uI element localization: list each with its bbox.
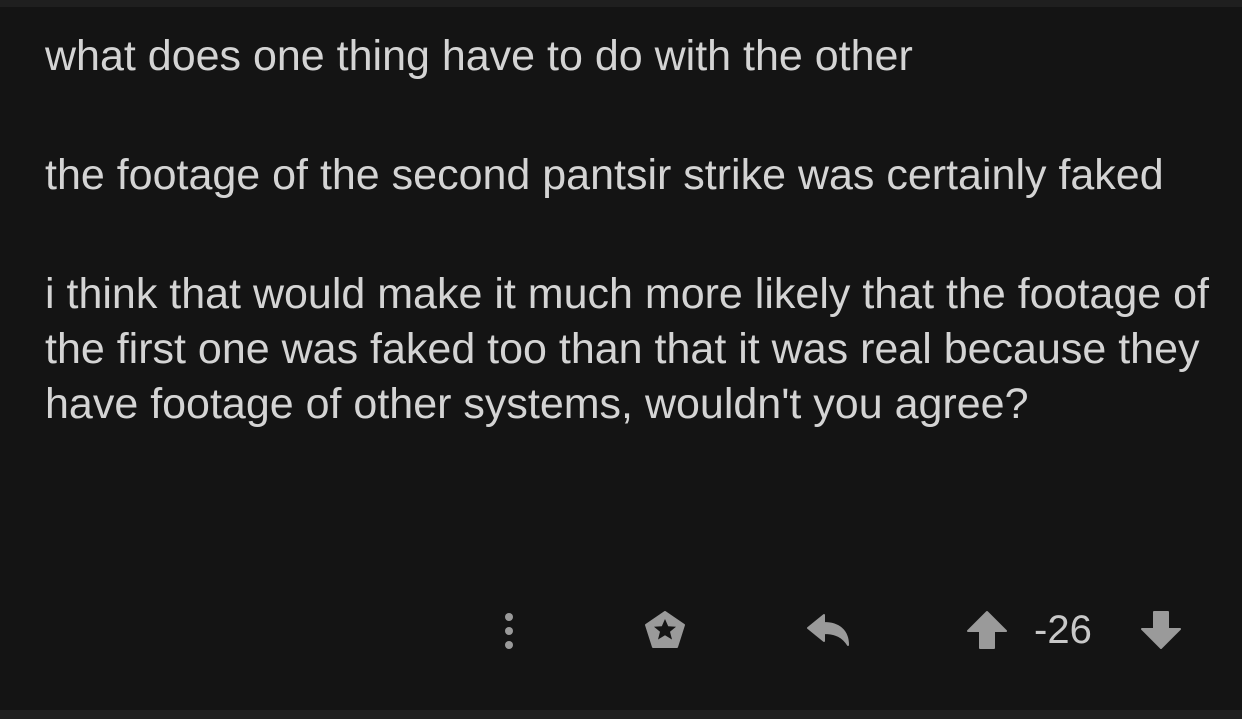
comment-action-bar: -26 bbox=[0, 605, 1242, 655]
upvote-button[interactable] bbox=[964, 609, 1010, 651]
reply-icon bbox=[807, 614, 849, 646]
give-award-button[interactable] bbox=[640, 608, 690, 652]
comment-body: what does one thing have to do with the … bbox=[45, 29, 1215, 496]
downvote-button[interactable] bbox=[1138, 609, 1184, 651]
comment-paragraph-3: i think that would make it much more lik… bbox=[45, 270, 1209, 428]
comment-card: what does one thing have to do with the … bbox=[0, 7, 1242, 710]
vote-score: -26 bbox=[1034, 608, 1092, 652]
comment-paragraph-1: what does one thing have to do with the … bbox=[45, 32, 913, 80]
reply-button[interactable] bbox=[802, 609, 854, 651]
downvote-arrow-icon bbox=[1141, 611, 1181, 649]
more-vertical-icon bbox=[505, 613, 513, 649]
more-options-button[interactable] bbox=[494, 609, 524, 653]
upvote-arrow-icon bbox=[967, 611, 1007, 649]
comment-paragraph-2: the footage of the second pantsir strike… bbox=[45, 151, 1164, 199]
award-icon bbox=[645, 611, 685, 648]
